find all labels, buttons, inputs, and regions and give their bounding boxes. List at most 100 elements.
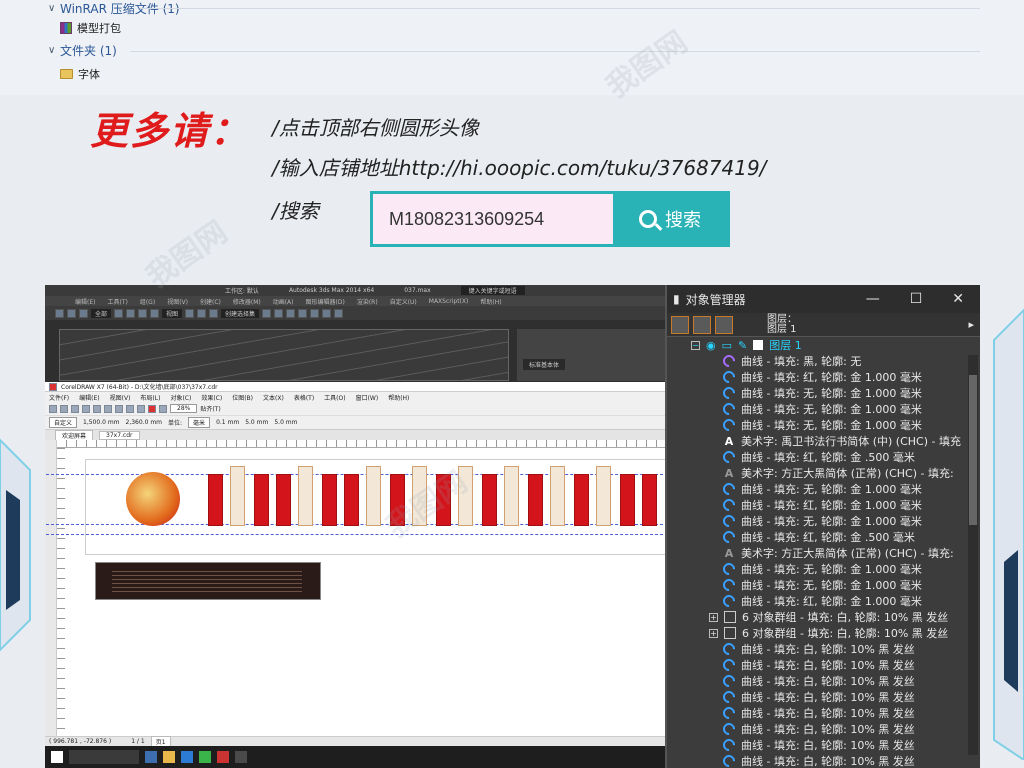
paste-icon[interactable] — [115, 404, 123, 413]
layer-icon[interactable] — [286, 308, 296, 318]
3dsmax-taskbar-icon[interactable] — [235, 751, 247, 763]
windows-start-icon[interactable] — [51, 751, 63, 763]
zoom-select[interactable]: 28% — [170, 404, 198, 413]
minimize-icon[interactable]: — — [866, 291, 880, 307]
workspace-select[interactable]: 工作区: 默认 — [225, 286, 259, 295]
object-row[interactable]: 曲线 - 填充: 红, 轮廓: 金 .500 毫米 — [667, 449, 980, 465]
reference-coord[interactable]: 视图 — [162, 308, 183, 318]
percent-snap-icon[interactable] — [209, 308, 219, 318]
store-icon[interactable] — [181, 751, 193, 763]
file-item-folder[interactable]: 字体 — [60, 66, 100, 82]
object-row[interactable]: 曲线 - 填充: 红, 轮廓: 金 1.000 毫米 — [667, 497, 980, 513]
material-editor-icon[interactable] — [310, 308, 320, 318]
object-row[interactable]: 曲线 - 填充: 无, 轮廓: 金 1.000 毫米 — [667, 385, 980, 401]
menu-item[interactable]: 编辑(E) — [75, 297, 95, 306]
object-row[interactable]: A 美术字: 禹卫书法行书简体 (中) (CHC) - 填充 — [667, 433, 980, 449]
edit-across-layers-icon[interactable] — [693, 315, 711, 334]
layer-color-swatch[interactable] — [753, 340, 764, 350]
align-icon[interactable] — [274, 308, 284, 318]
culture-wall-design[interactable] — [46, 459, 678, 555]
layer-manager-icon[interactable] — [715, 315, 733, 334]
menu-item[interactable]: 组(G) — [140, 297, 155, 306]
duplicate-x-field[interactable]: 5.0 mm — [245, 419, 268, 426]
file-item-rar[interactable]: 模型打包 — [60, 20, 121, 36]
tab-welcome[interactable]: 欢迎屏幕 — [55, 429, 94, 441]
import-icon[interactable] — [148, 404, 156, 413]
open-icon[interactable] — [60, 404, 68, 413]
cut-icon[interactable] — [93, 404, 101, 413]
3dsmax-viewport[interactable] — [59, 329, 509, 381]
wechat-icon[interactable] — [199, 751, 211, 763]
object-row[interactable]: 曲线 - 填充: 白, 轮廓: 10% 黑 发丝 — [667, 689, 980, 705]
object-row[interactable]: 曲线 - 填充: 白, 轮廓: 10% 黑 发丝 — [667, 753, 980, 768]
lock-icon[interactable]: ✎ — [738, 339, 747, 352]
menu-item[interactable]: 布局(L) — [140, 393, 160, 402]
copy-icon[interactable] — [104, 404, 112, 413]
units-select[interactable]: 毫米 — [188, 417, 211, 428]
object-row[interactable]: +6 对象群组 - 填充: 白, 轮廓: 10% 黑 发丝 — [667, 609, 980, 625]
angle-snap-icon[interactable] — [197, 308, 207, 318]
object-row[interactable]: 曲线 - 填充: 无, 轮廓: 金 1.000 毫米 — [667, 401, 980, 417]
horizontal-ruler[interactable] — [57, 440, 665, 448]
object-row[interactable]: 曲线 - 填充: 红, 轮廓: 金 1.000 毫米 — [667, 593, 980, 609]
expand-icon[interactable]: + — [709, 628, 718, 638]
collapse-icon[interactable]: − — [691, 340, 700, 350]
layer-row[interactable]: − ◉ ▭ ✎ 图层 1 — [667, 337, 980, 353]
duplicate-y-field[interactable]: 5.0 mm — [274, 419, 297, 426]
link-icon[interactable] — [79, 308, 88, 318]
object-row[interactable]: 曲线 - 填充: 白, 轮廓: 10% 黑 发丝 — [667, 737, 980, 753]
export-icon[interactable] — [159, 404, 167, 413]
max-search-input[interactable]: 键入关键字或短语 — [460, 286, 525, 295]
page-width-field[interactable]: 1,500.0 mm — [83, 419, 120, 426]
new-file-icon[interactable] — [49, 404, 57, 413]
maximize-icon[interactable]: ☐ — [910, 291, 923, 307]
menu-item[interactable]: 帮助(H) — [480, 297, 501, 306]
object-row[interactable]: 曲线 - 填充: 白, 轮廓: 10% 黑 发丝 — [667, 657, 980, 673]
group-header-folder[interactable]: ∨ 文件夹 (1) — [48, 42, 117, 59]
named-selection[interactable]: 创建选择集 — [221, 308, 260, 318]
edge-icon[interactable] — [145, 751, 157, 763]
show-properties-icon[interactable] — [671, 315, 689, 334]
save-icon[interactable] — [71, 404, 79, 413]
menu-item[interactable]: 工具(O) — [324, 393, 345, 402]
taskbar-search[interactable] — [69, 750, 139, 764]
print-icon[interactable]: ▭ — [722, 339, 732, 352]
curve-editor-icon[interactable] — [298, 308, 308, 318]
menu-item[interactable]: 视图(V) — [167, 297, 188, 306]
menu-item[interactable]: 图形编辑器(D) — [306, 297, 345, 306]
rotate-icon[interactable] — [138, 308, 148, 318]
menu-item[interactable]: 视图(V) — [110, 393, 131, 402]
move-icon[interactable] — [126, 308, 136, 318]
menu-item[interactable]: 修改器(M) — [233, 297, 261, 306]
object-row[interactable]: 曲线 - 填充: 红, 轮廓: 金 .500 毫米 — [667, 529, 980, 545]
object-row[interactable]: 曲线 - 填充: 无, 轮廓: 金 1.000 毫米 — [667, 417, 980, 433]
tab-document[interactable]: 37x7.cdr — [99, 430, 140, 440]
menu-item[interactable]: 渲染(R) — [357, 297, 378, 306]
selection-filter[interactable]: 全部 — [91, 308, 112, 318]
render-icon[interactable] — [334, 308, 344, 318]
object-row[interactable]: 曲线 - 填充: 白, 轮廓: 10% 黑 发丝 — [667, 641, 980, 657]
undo-icon[interactable] — [55, 308, 64, 318]
page-preset-select[interactable]: 自定义 — [49, 417, 78, 428]
object-row[interactable]: 曲线 - 填充: 无, 轮廓: 金 1.000 毫米 — [667, 513, 980, 529]
menu-item[interactable]: 文件(F) — [49, 393, 69, 402]
render-setup-icon[interactable] — [322, 308, 332, 318]
menu-item[interactable]: 编辑(E) — [79, 393, 99, 402]
scale-icon[interactable] — [150, 308, 160, 318]
page-height-field[interactable]: 2,360.0 mm — [126, 419, 163, 426]
menu-item[interactable]: 位图(B) — [232, 393, 253, 402]
print-icon[interactable] — [82, 404, 90, 413]
dark-text-panel[interactable] — [95, 562, 321, 600]
menu-item[interactable]: 工具(T) — [107, 297, 127, 306]
object-row[interactable]: +6 对象群组 - 填充: 白, 轮廓: 10% 黑 发丝 — [667, 625, 980, 641]
flyout-arrow-icon[interactable]: ▸ — [968, 318, 980, 331]
vertical-ruler[interactable] — [57, 448, 65, 738]
menu-item[interactable]: 对象(C) — [170, 393, 191, 402]
object-type-select[interactable]: 标准基本体 — [523, 359, 566, 370]
mirror-icon[interactable] — [262, 308, 272, 318]
undo-icon[interactable] — [126, 404, 134, 413]
menu-item[interactable]: 自定义(U) — [390, 297, 417, 306]
object-row[interactable]: 曲线 - 填充: 黑, 轮廓: 无 — [667, 353, 980, 369]
object-row[interactable]: 曲线 - 填充: 无, 轮廓: 金 1.000 毫米 — [667, 561, 980, 577]
menu-item[interactable]: MAXScript(X) — [429, 298, 469, 305]
